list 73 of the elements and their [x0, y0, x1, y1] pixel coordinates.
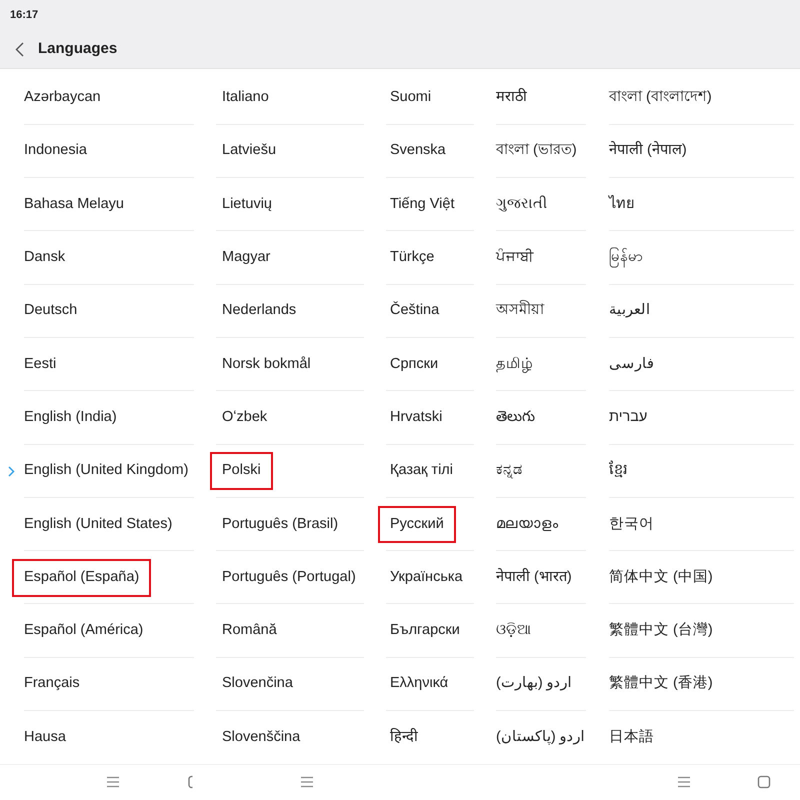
menu-icon[interactable] — [106, 776, 120, 788]
language-item[interactable]: Azərbaycan — [12, 79, 113, 117]
status-time: 16:17 — [10, 8, 38, 23]
back-icon — [14, 42, 24, 57]
language-item[interactable]: Français — [12, 665, 92, 704]
language-item[interactable]: 日本語 — [597, 718, 666, 756]
language-item[interactable]: Português (Portugal) — [210, 558, 368, 597]
language-item[interactable]: ଓଡ଼ିଆ — [484, 612, 544, 650]
square-icon[interactable] — [757, 775, 771, 790]
language-item[interactable]: Español (América) — [12, 612, 156, 650]
language-item[interactable]: Lietuvių — [210, 186, 284, 224]
language-item[interactable]: বাংলা (ভারত) — [484, 132, 589, 170]
language-item[interactable]: অসমীয়া — [484, 292, 556, 330]
language-item[interactable]: മലയാളം — [484, 506, 570, 544]
menu-icon[interactable] — [300, 776, 314, 788]
language-item[interactable]: ខ្មែរ — [597, 452, 640, 490]
language-item[interactable]: नेपाली (भारत) — [484, 558, 584, 597]
language-item[interactable]: English (United Kingdom) — [12, 452, 200, 490]
language-item[interactable]: 繁體中文 (香港) — [597, 665, 725, 704]
language-item[interactable]: Bahasa Melayu — [12, 186, 136, 224]
language-item[interactable]: Hrvatski — [378, 398, 454, 437]
language-item[interactable]: Nederlands — [210, 292, 308, 330]
language-item[interactable]: 繁體中文 (台灣) — [597, 612, 725, 650]
language-item[interactable]: ไทย — [597, 186, 646, 224]
language-item[interactable]: Português (Brasil) — [210, 506, 350, 544]
language-item[interactable]: ગુજરાતી — [484, 186, 559, 224]
bracket-icon[interactable] — [188, 775, 193, 790]
language-item[interactable]: Tiếng Việt — [378, 186, 466, 224]
menu-icon[interactable] — [677, 776, 691, 788]
language-item[interactable]: Қазақ тілі — [378, 452, 465, 490]
language-item[interactable]: Українська — [378, 558, 475, 597]
language-item[interactable]: Deutsch — [12, 292, 90, 330]
language-item[interactable]: Български — [378, 612, 472, 650]
language-item[interactable]: اردو (پاکستان) — [484, 718, 597, 756]
language-item[interactable]: বাংলা (বাংলাদেশ) — [597, 79, 724, 117]
language-item[interactable]: मराठी — [484, 79, 539, 117]
language-item[interactable]: தமிழ் — [484, 346, 545, 384]
language-item[interactable]: မြန်မာ — [597, 239, 655, 277]
language-item[interactable]: नेपाली (नेपाल) — [597, 132, 699, 170]
language-item[interactable]: Svenska — [378, 132, 458, 170]
language-item[interactable]: Ελληνικά — [378, 665, 460, 704]
language-item[interactable]: Italiano — [210, 79, 281, 117]
language-item[interactable]: Slovenčina — [210, 665, 305, 704]
page-title: Languages — [38, 38, 118, 59]
language-item[interactable]: עברית — [597, 398, 660, 437]
language-item[interactable]: Eesti — [12, 346, 68, 384]
language-item[interactable]: Latviešu — [210, 132, 288, 170]
language-item[interactable]: Español (España) — [12, 558, 152, 597]
language-item[interactable]: Suomi — [378, 79, 444, 117]
language-item[interactable]: Oʻzbek — [210, 398, 280, 437]
language-item[interactable]: Русский — [378, 506, 456, 544]
language-item[interactable]: العربية — [597, 292, 662, 330]
language-item[interactable]: Indonesia — [12, 132, 99, 170]
language-item[interactable]: Hausa — [12, 718, 78, 756]
language-item[interactable]: English (United States) — [12, 506, 184, 544]
language-item[interactable]: Slovenščina — [210, 718, 312, 756]
language-item[interactable]: Dansk — [12, 239, 78, 277]
language-item[interactable]: తెలుగు — [484, 398, 547, 437]
language-item[interactable]: English (India) — [12, 398, 129, 437]
language-item[interactable]: 简体中文 (中国) — [597, 558, 725, 597]
language-item[interactable]: 한국어 — [597, 506, 666, 544]
language-item[interactable]: Türkçe — [378, 239, 446, 277]
language-item[interactable]: Српски — [378, 346, 450, 384]
language-item[interactable]: हिन्दी — [378, 718, 430, 756]
language-item[interactable]: ಕನ್ನಡ — [484, 452, 535, 490]
language-item[interactable]: اردو (بھارت) — [484, 665, 584, 704]
language-item[interactable]: ਪੰਜਾਬੀ — [484, 239, 546, 277]
language-item[interactable]: Polski — [210, 452, 273, 490]
language-item[interactable]: Magyar — [210, 239, 282, 277]
language-item[interactable]: Română — [210, 612, 289, 650]
language-item[interactable]: فارسی — [597, 346, 666, 384]
language-item[interactable]: Norsk bokmål — [210, 346, 323, 384]
language-item[interactable]: Čeština — [378, 292, 452, 330]
